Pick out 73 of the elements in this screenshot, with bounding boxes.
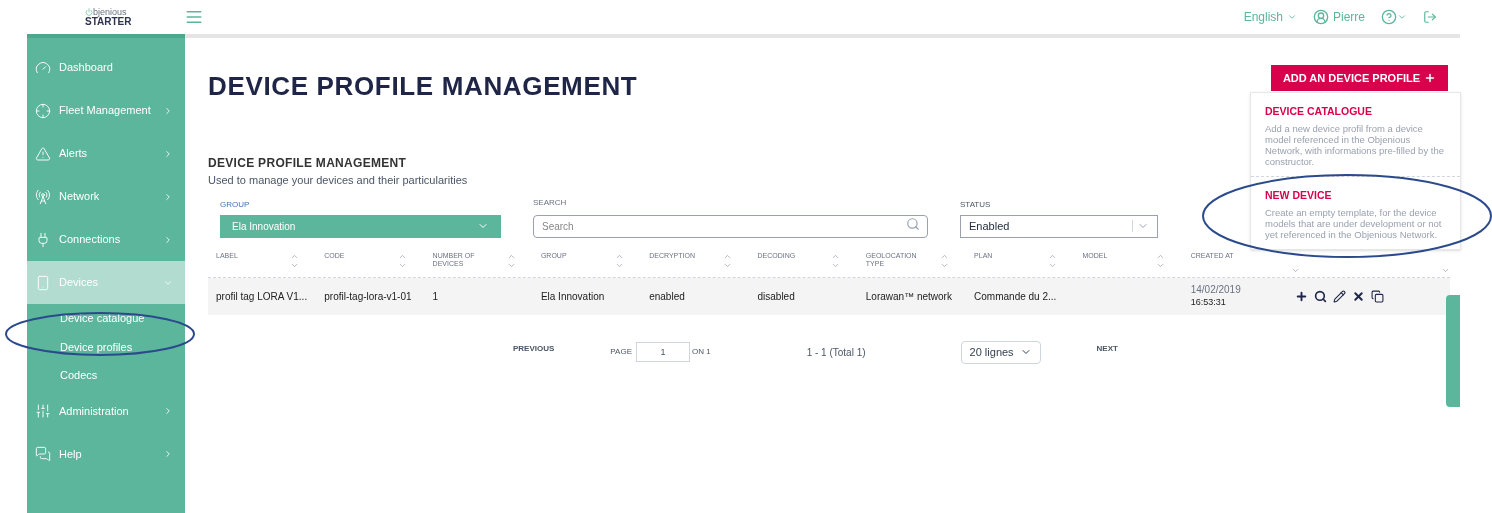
edit-icon[interactable] — [1332, 289, 1346, 303]
delete-icon[interactable] — [1351, 289, 1365, 303]
status-dropdown[interactable]: Enabled — [960, 214, 1158, 238]
next-button[interactable]: NEXT — [1096, 343, 1118, 355]
page-count: ON 1 — [692, 346, 711, 358]
chevron-right-icon — [163, 449, 173, 459]
search-icon — [906, 216, 920, 231]
gauge-icon — [35, 59, 51, 76]
chevron-right-icon — [163, 148, 173, 159]
sidebar-item[interactable]: Devices — [27, 261, 185, 304]
previous-button[interactable]: PREVIOUS — [513, 343, 555, 355]
warning-icon — [35, 145, 51, 162]
chevron-right-icon — [163, 105, 173, 116]
sidebar-item[interactable]: Fleet Management — [27, 89, 185, 132]
logo: bjenious STARTER — [85, 7, 132, 27]
plus-icon — [1424, 72, 1436, 84]
caret-icon — [1287, 12, 1297, 22]
user-icon — [1313, 9, 1329, 25]
page-title: DEVICE PROFILE MANAGEMENT — [208, 69, 638, 103]
sidebar-item[interactable]: Dashboard — [27, 46, 185, 89]
caret-icon — [1132, 220, 1149, 232]
user-menu[interactable]: Pierre — [1313, 8, 1365, 26]
chevron-right-icon — [163, 406, 173, 416]
field-label: SEARCH — [533, 196, 568, 209]
created-time: 16:53:31 — [1190, 296, 1227, 308]
menu-toggle-icon[interactable] — [185, 8, 203, 26]
chat-icon — [35, 446, 51, 462]
table-cell: disabled — [757, 290, 795, 302]
add-icon[interactable] — [1294, 289, 1308, 303]
group-dropdown[interactable]: Ela Innovation — [220, 214, 501, 238]
table-cell: 1 — [432, 290, 439, 302]
help-icon[interactable] — [1381, 9, 1407, 25]
sidebar-item[interactable]: Help — [27, 432, 185, 476]
table-cell: enabled — [649, 290, 685, 302]
page-label: PAGE — [610, 346, 632, 358]
menu-item-description: Add a new device profil from a device model referenced in the Objenious Network, with informations pre-filled by the constructor. — [1265, 122, 1445, 167]
sidebar-item[interactable]: Connections — [27, 218, 185, 261]
menu-item-description: Create an empty template, for the device models that are under development or not yet referenced in the Objenious Network. — [1265, 206, 1443, 240]
page-field[interactable]: 1 — [636, 342, 690, 362]
menu-item-title: DEVICE CATALOGUE — [1265, 104, 1372, 119]
chevron-right-icon — [163, 234, 173, 245]
table-cell: profil tag LORA V1... — [216, 290, 308, 302]
add-device-profile-button[interactable]: ADD AN DEVICE PROFILE — [1270, 65, 1448, 91]
rows-per-page-dropdown[interactable]: 20 lignes — [960, 340, 1041, 364]
section-title: DEVICE PROFILE MANAGEMENT — [208, 155, 407, 172]
search-icon[interactable] — [1313, 289, 1327, 303]
sliders-icon — [35, 403, 51, 419]
field-label: STATUS — [960, 198, 992, 211]
side-tab[interactable] — [1446, 295, 1460, 407]
antenna-icon — [35, 188, 51, 205]
sidebar-item[interactable]: Network — [27, 175, 185, 218]
sidebar-subitem[interactable]: Codecs — [27, 361, 185, 390]
created-date: 14/02/2019 — [1190, 284, 1242, 297]
sidebar-subitem[interactable]: Device profiles — [27, 332, 185, 361]
crosshair-icon — [35, 102, 51, 119]
sidebar-item[interactable]: Alerts — [27, 132, 185, 175]
table-cell: Commande du 2... — [974, 290, 1057, 302]
copy-icon[interactable] — [1370, 289, 1384, 303]
chevron-right-icon — [163, 191, 173, 202]
table-cell: Ela Innovation — [540, 290, 605, 302]
search-field[interactable]: Search — [533, 214, 928, 238]
menu-item-title: NEW DEVICE — [1265, 187, 1332, 203]
menu-item[interactable]: DEVICE CATALOGUE Add a new device profil from a device model referenced in the Objenious Network, with informations pre-filled by the constructor. — [1251, 93, 1460, 176]
plug-icon — [35, 231, 51, 248]
logout-icon[interactable] — [1423, 10, 1437, 24]
field-label: GROUP — [220, 198, 251, 211]
language-dropdown[interactable]: English — [1243, 8, 1297, 26]
sidebar-item[interactable]: Administration — [27, 389, 185, 433]
menu-item[interactable]: NEW DEVICE Create an empty template, for the device models that are under development or not yet referenced in the Objenious Network. — [1251, 175, 1460, 249]
table-cell: profil-tag-lora-v1-01 — [324, 290, 412, 302]
section-subtitle: Used to manage your devices and their particularities — [208, 173, 468, 188]
table-cell: Lorawan™ network — [865, 290, 952, 302]
range-text: 1 - 1 (Total 1) — [806, 345, 866, 360]
